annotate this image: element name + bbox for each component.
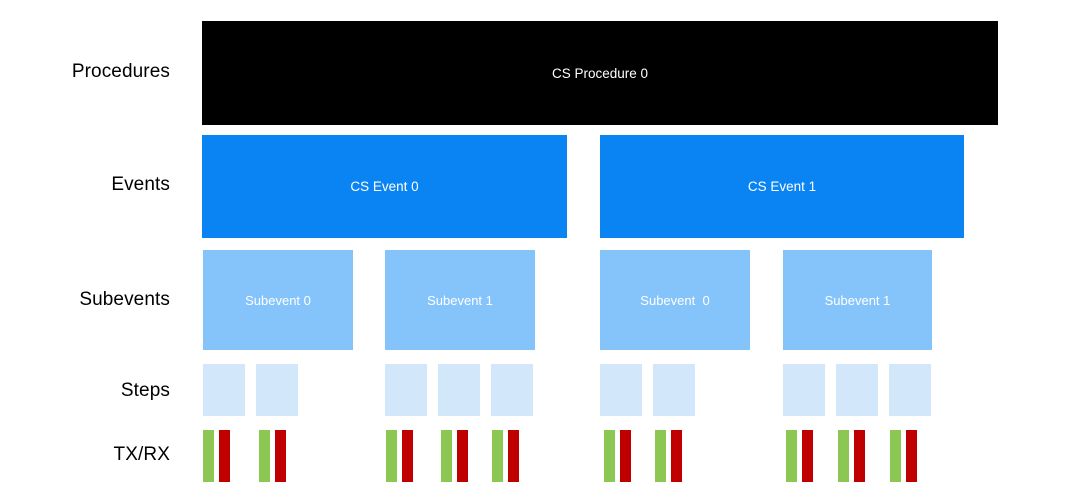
tx-bar-0 bbox=[203, 430, 214, 482]
procedure-block-0: CS Procedure 0 bbox=[202, 21, 998, 125]
step-block-3 bbox=[438, 364, 480, 416]
subevent-block-0: Subevent 0 bbox=[203, 250, 353, 350]
tx-bar-3 bbox=[441, 430, 452, 482]
tx-bar-5 bbox=[604, 430, 615, 482]
rx-bar-6 bbox=[671, 430, 682, 482]
rx-bar-8 bbox=[854, 430, 865, 482]
row-label-procedures: Procedures bbox=[71, 61, 170, 82]
row-label-subevents: Subevents bbox=[79, 289, 170, 310]
rx-bar-2 bbox=[402, 430, 413, 482]
rx-bar-4 bbox=[508, 430, 519, 482]
tx-bar-9 bbox=[890, 430, 901, 482]
tx-bar-7 bbox=[786, 430, 797, 482]
subevent-block-2: Subevent 0 bbox=[600, 250, 750, 350]
tx-bar-8 bbox=[838, 430, 849, 482]
rx-bar-1 bbox=[275, 430, 286, 482]
tx-bar-2 bbox=[386, 430, 397, 482]
step-block-0 bbox=[203, 364, 245, 416]
step-block-1 bbox=[256, 364, 298, 416]
step-block-7 bbox=[783, 364, 825, 416]
step-block-8 bbox=[836, 364, 878, 416]
rx-bar-3 bbox=[457, 430, 468, 482]
step-block-9 bbox=[889, 364, 931, 416]
tx-bar-1 bbox=[259, 430, 270, 482]
event-block-1: CS Event 1 bbox=[600, 135, 964, 238]
rx-bar-7 bbox=[802, 430, 813, 482]
step-block-5 bbox=[600, 364, 642, 416]
step-block-2 bbox=[385, 364, 427, 416]
tx-bar-6 bbox=[655, 430, 666, 482]
row-label-steps: Steps bbox=[120, 380, 170, 401]
row-label-txrx: TX/RX bbox=[113, 444, 170, 465]
step-block-6 bbox=[653, 364, 695, 416]
cs-timing-diagram: Procedures Events Subevents Steps TX/RX … bbox=[0, 0, 1081, 502]
rx-bar-0 bbox=[219, 430, 230, 482]
rx-bar-5 bbox=[620, 430, 631, 482]
subevent-block-1: Subevent 1 bbox=[385, 250, 535, 350]
rx-bar-9 bbox=[906, 430, 917, 482]
tx-bar-4 bbox=[492, 430, 503, 482]
event-block-0: CS Event 0 bbox=[202, 135, 567, 238]
step-block-4 bbox=[491, 364, 533, 416]
row-label-events: Events bbox=[111, 174, 170, 195]
subevent-block-3: Subevent 1 bbox=[783, 250, 932, 350]
